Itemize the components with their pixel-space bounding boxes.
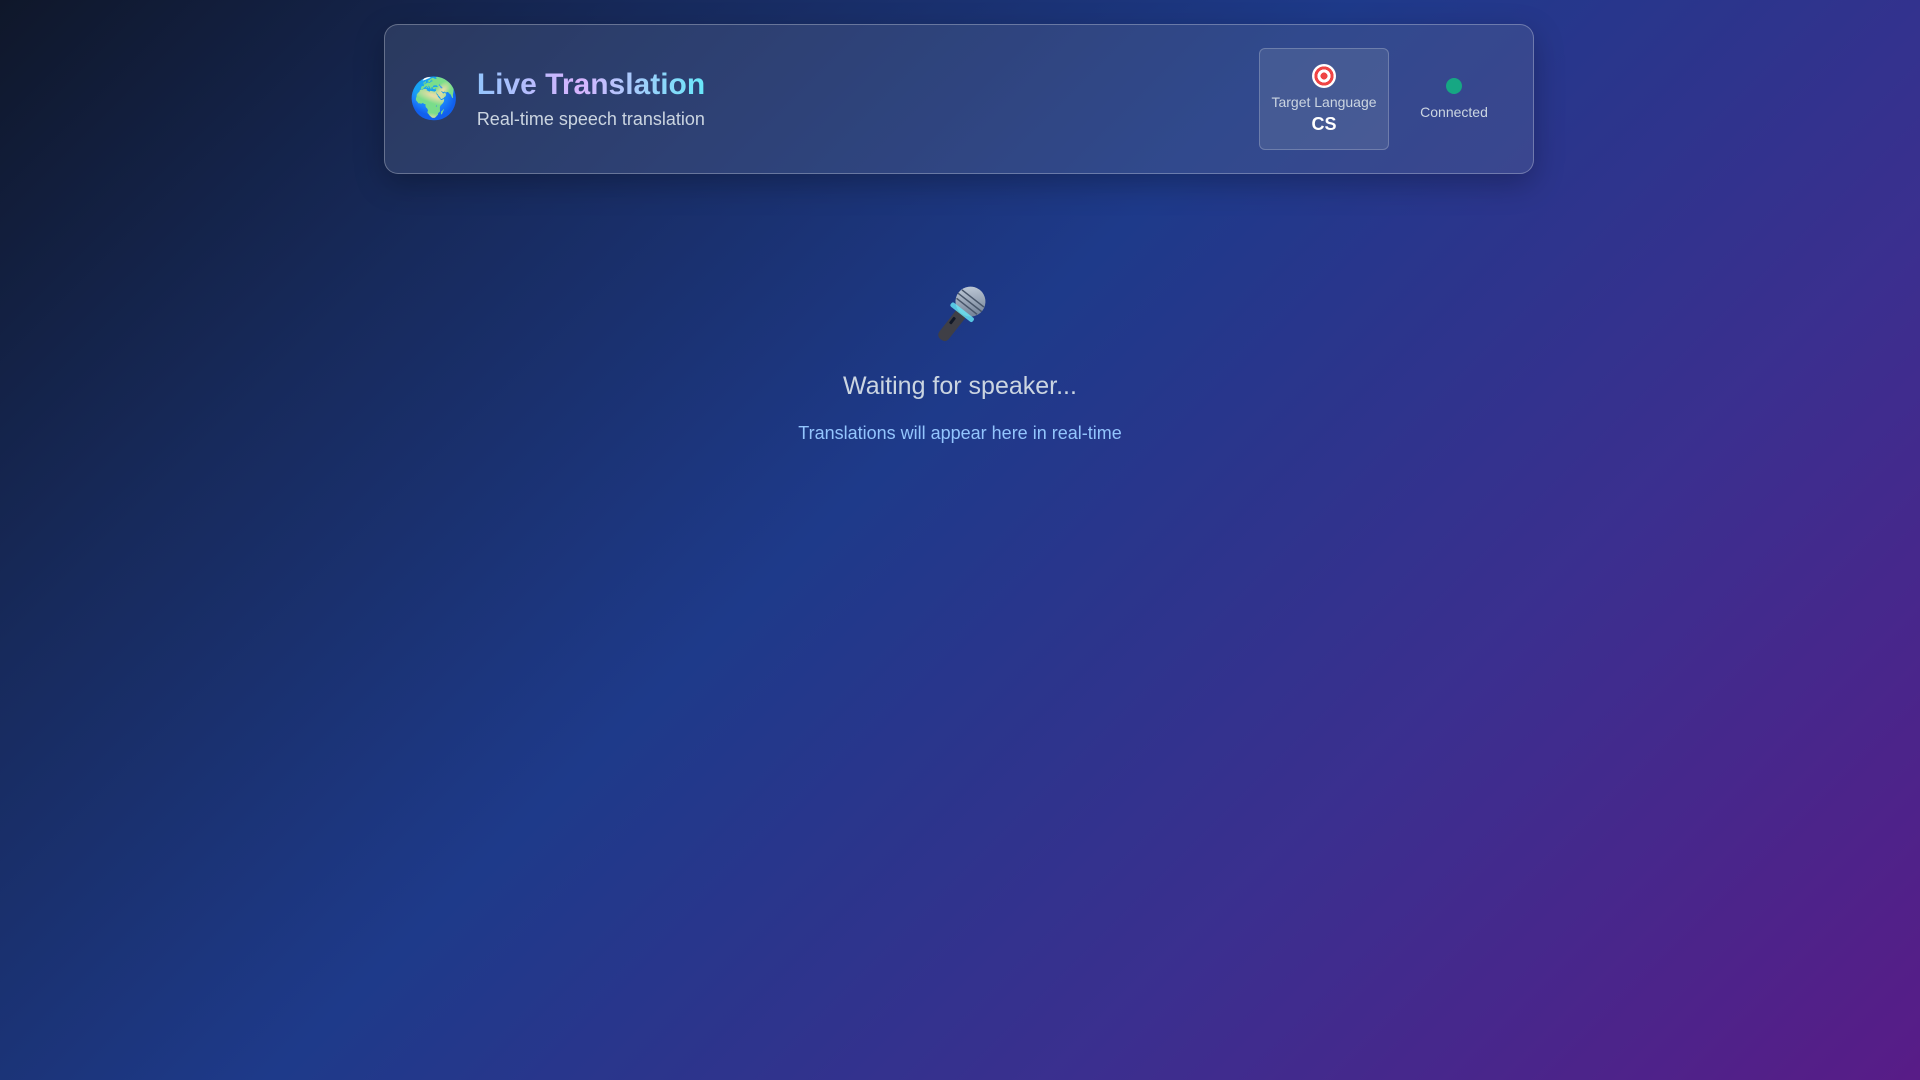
translation-hint: Translations will appear here in real-ti… — [798, 423, 1122, 443]
app-title: Live Translation — [476, 68, 706, 102]
title-group: Live Translation Real-time speech transl… — [477, 68, 705, 130]
brand: 🌍 Live Translation Real-time speech tran… — [409, 68, 1259, 130]
empty-state: Waiting for speaker... Translations will… — [0, 280, 1920, 444]
target-language-label: Target Language — [1271, 93, 1377, 110]
connection-status-label: Connected — [1420, 104, 1488, 120]
microphone-icon — [925, 280, 995, 350]
status-dot-icon — [1446, 78, 1462, 94]
globe-icon: 🌍 — [409, 76, 459, 122]
target-language-selector[interactable]: Target Language CS — [1259, 48, 1389, 150]
connection-status: Connected — [1399, 78, 1509, 120]
header-card: 🌍 Live Translation Real-time speech tran… — [384, 24, 1534, 174]
target-icon — [1312, 63, 1336, 88]
app-subtitle: Real-time speech translation — [476, 108, 705, 129]
target-language-code: CS — [1311, 113, 1337, 134]
waiting-message: Waiting for speaker... — [843, 372, 1077, 400]
